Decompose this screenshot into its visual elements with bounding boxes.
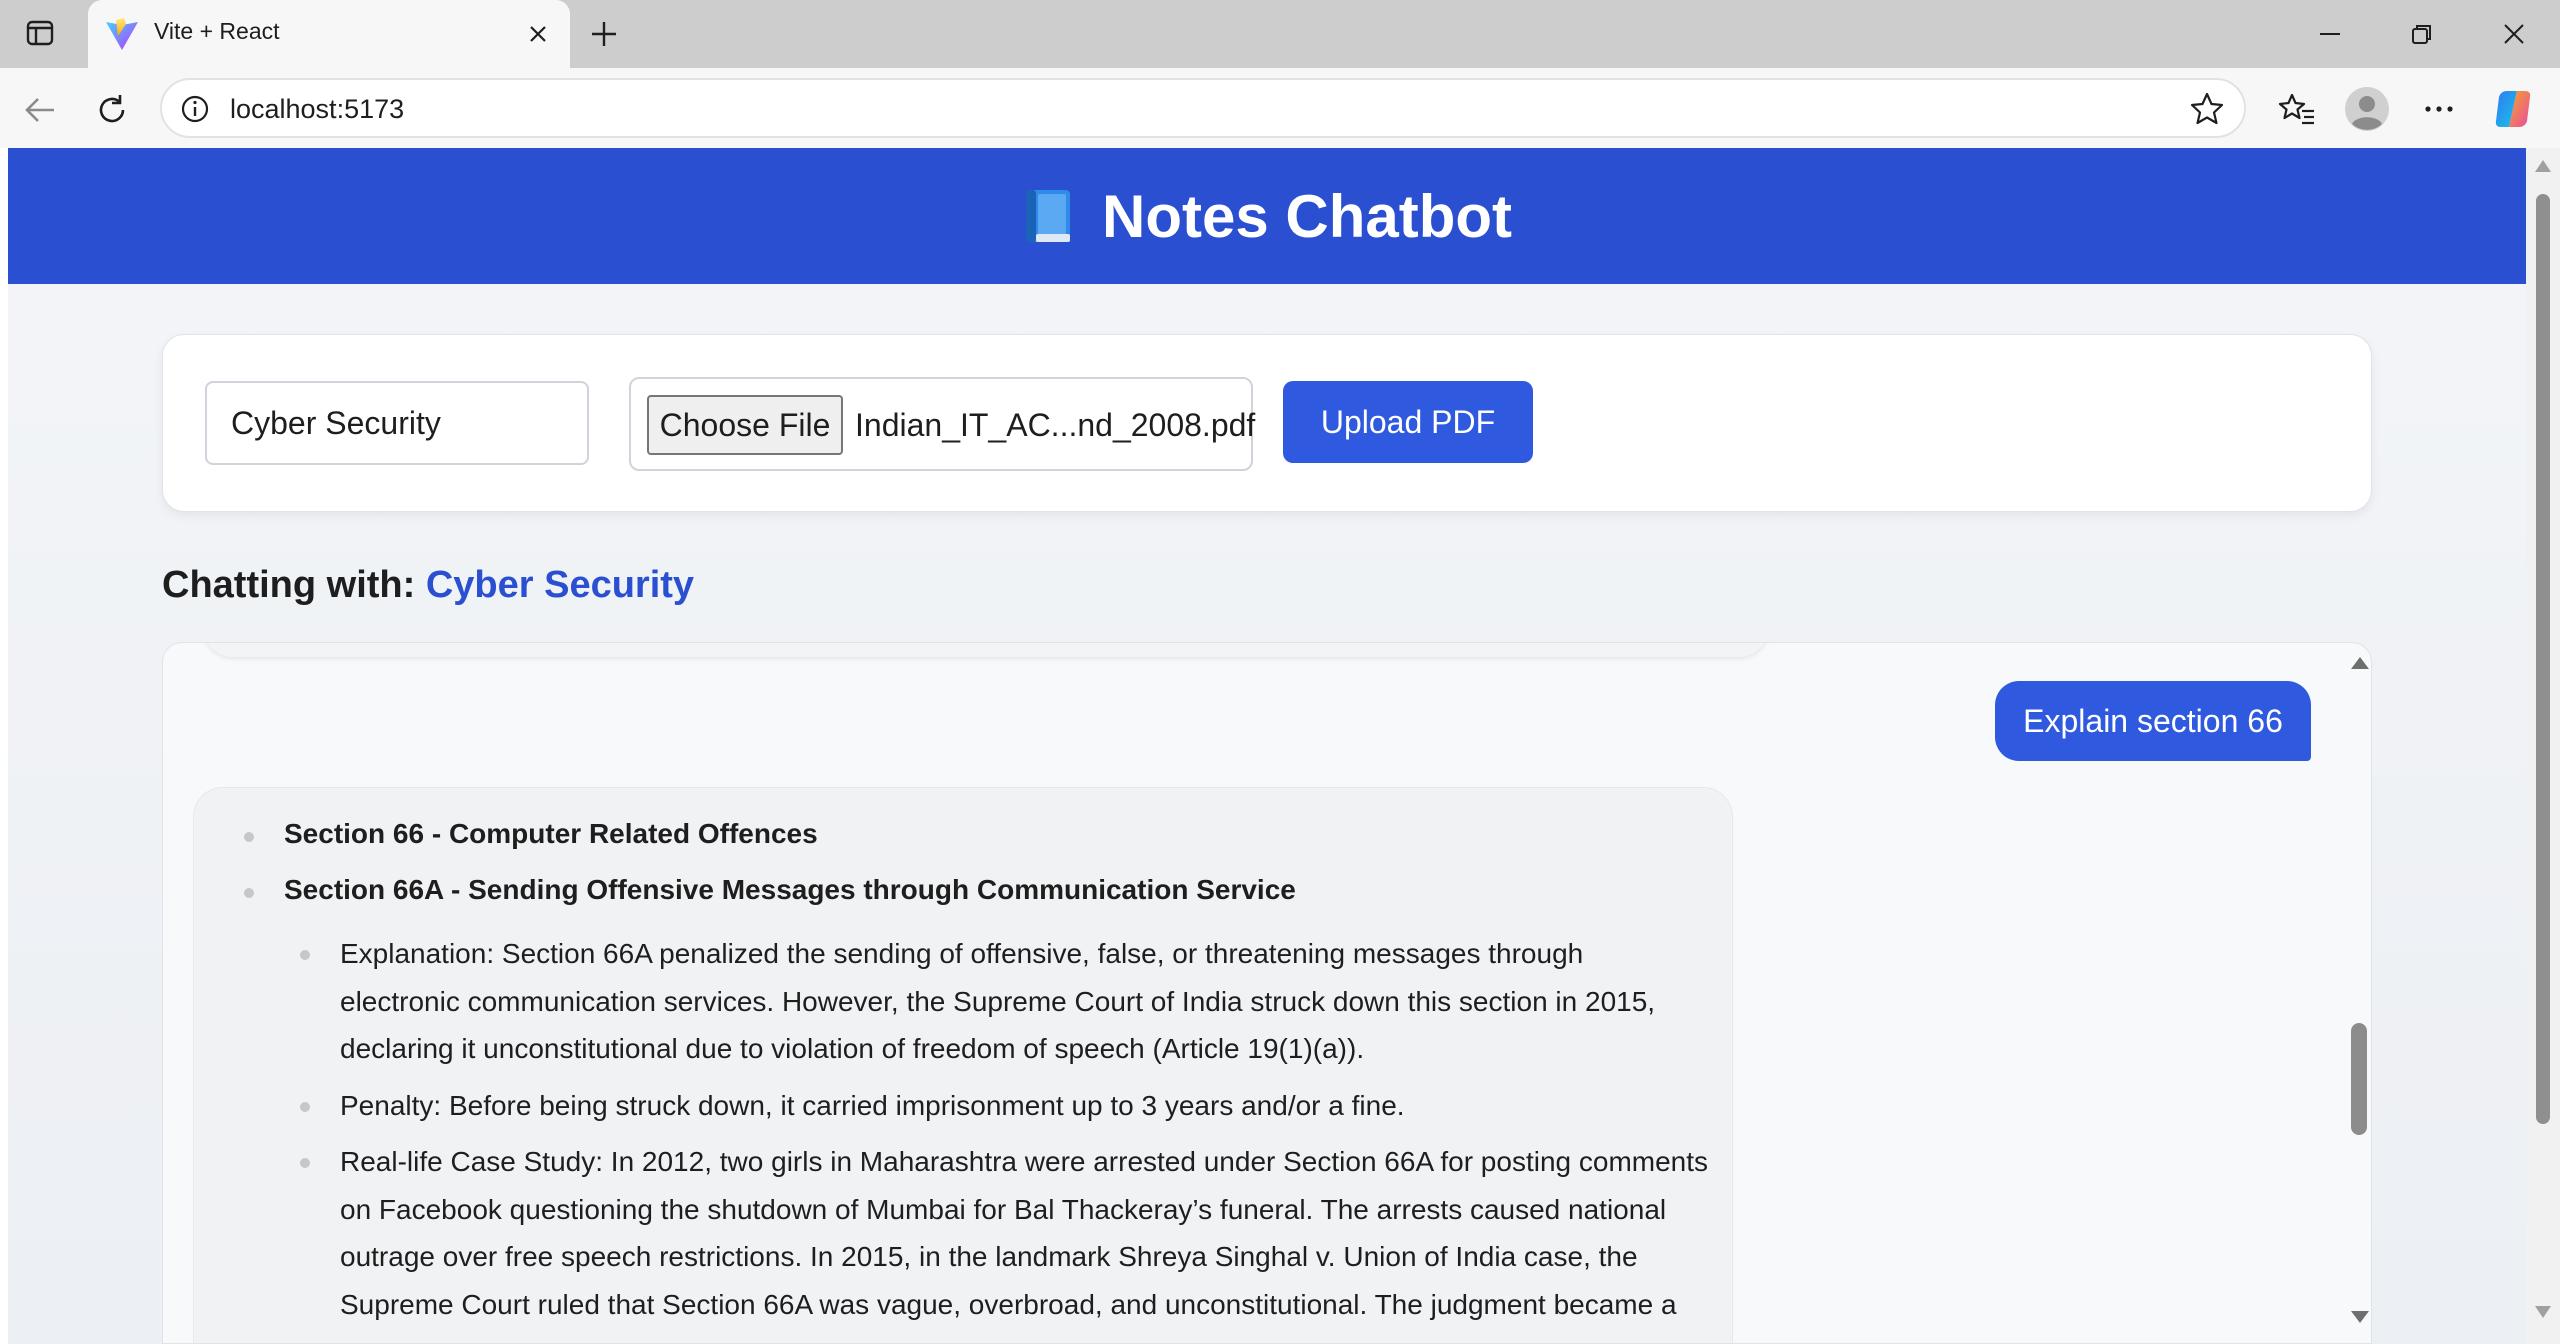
back-arrow-icon[interactable] — [18, 88, 62, 132]
more-icon[interactable] — [2416, 86, 2462, 132]
choose-file-button[interactable]: Choose File — [647, 395, 843, 455]
app-header: Notes Chatbot — [8, 148, 2526, 284]
list-item: Real-life Case Study: In 2012, two girls… — [340, 1146, 1709, 1320]
window-close-icon[interactable] — [2494, 14, 2534, 54]
chatting-heading: Chatting with: Cyber Security — [162, 564, 694, 607]
scroll-down-arrow-icon[interactable] — [2351, 1311, 2369, 1323]
url-text: localhost:5173 — [230, 94, 405, 124]
bot-message-bubble: Section 66 - Computer Related Offences S… — [193, 787, 1733, 1343]
chatting-label: Chatting with: — [162, 564, 416, 606]
bullet-dot — [244, 888, 254, 898]
star-icon[interactable] — [2188, 90, 2226, 128]
user-message-bubble: Explain section 66 — [1995, 681, 2311, 761]
list-item: Penalty: Before being struck down, it ca… — [340, 1090, 1405, 1121]
chat-scrollbar[interactable] — [2343, 643, 2371, 1343]
upload-pdf-button[interactable]: Upload PDF — [1283, 381, 1533, 463]
copilot-icon[interactable] — [2490, 86, 2536, 132]
browser-tab[interactable]: Vite + React — [88, 0, 570, 68]
reload-icon[interactable] — [90, 88, 134, 132]
close-icon[interactable] — [520, 16, 556, 52]
scroll-down-arrow-icon[interactable] — [2535, 1306, 2551, 1318]
info-icon[interactable] — [180, 94, 210, 124]
restore-icon[interactable] — [2402, 14, 2442, 54]
list-item: Section 66A - Sending Offensive Messages… — [284, 874, 1296, 905]
topic-input[interactable] — [205, 381, 589, 465]
chat-topic: Cyber Security — [425, 564, 695, 606]
selected-file-name: Indian_IT_AC...nd_2008.pdf — [855, 407, 1256, 443]
vite-logo-icon — [102, 14, 142, 54]
plus-icon[interactable] — [584, 14, 624, 54]
scroll-thumb[interactable] — [2536, 194, 2550, 1124]
browser-toolbar: localhost:5173 — [0, 68, 2560, 148]
profile-icon[interactable] — [2344, 86, 2390, 132]
scroll-thumb[interactable] — [2351, 1023, 2367, 1135]
browser-tab-bar: Vite + React — [0, 0, 2560, 68]
page-scrollbar[interactable] — [2526, 148, 2560, 1344]
minimize-icon[interactable] — [2310, 14, 2350, 54]
bullet-dot — [300, 1158, 310, 1168]
bullet-dot — [300, 1102, 310, 1112]
list-item: Section 66 - Computer Related Offences — [284, 818, 818, 849]
previous-message-bubble — [203, 643, 1769, 657]
scroll-up-arrow-icon[interactable] — [2535, 160, 2551, 172]
file-input[interactable]: Choose File Indian_IT_AC...nd_2008.pdf — [629, 377, 1256, 471]
chat-panel[interactable]: Explain section 66 Section 66 - Computer… — [162, 642, 2372, 1344]
bullet-dot — [300, 950, 310, 960]
upload-card: Choose File Indian_IT_AC...nd_2008.pdf U… — [162, 334, 2372, 512]
scroll-up-arrow-icon[interactable] — [2351, 657, 2369, 669]
app-title: Notes Chatbot — [1102, 182, 1512, 250]
page-viewport: Notes Chatbot Choose File Indian_IT_AC..… — [8, 148, 2526, 1344]
bullet-dot — [244, 832, 254, 842]
book-icon — [1022, 188, 1074, 244]
sidebar-toggle-icon[interactable] — [22, 15, 58, 51]
favorites-icon[interactable] — [2274, 86, 2320, 132]
list-item: Explanation: Section 66A penalized the s… — [340, 938, 1656, 1064]
address-bar[interactable]: localhost:5173 — [160, 78, 2246, 138]
tab-title: Vite + React — [154, 18, 280, 44]
